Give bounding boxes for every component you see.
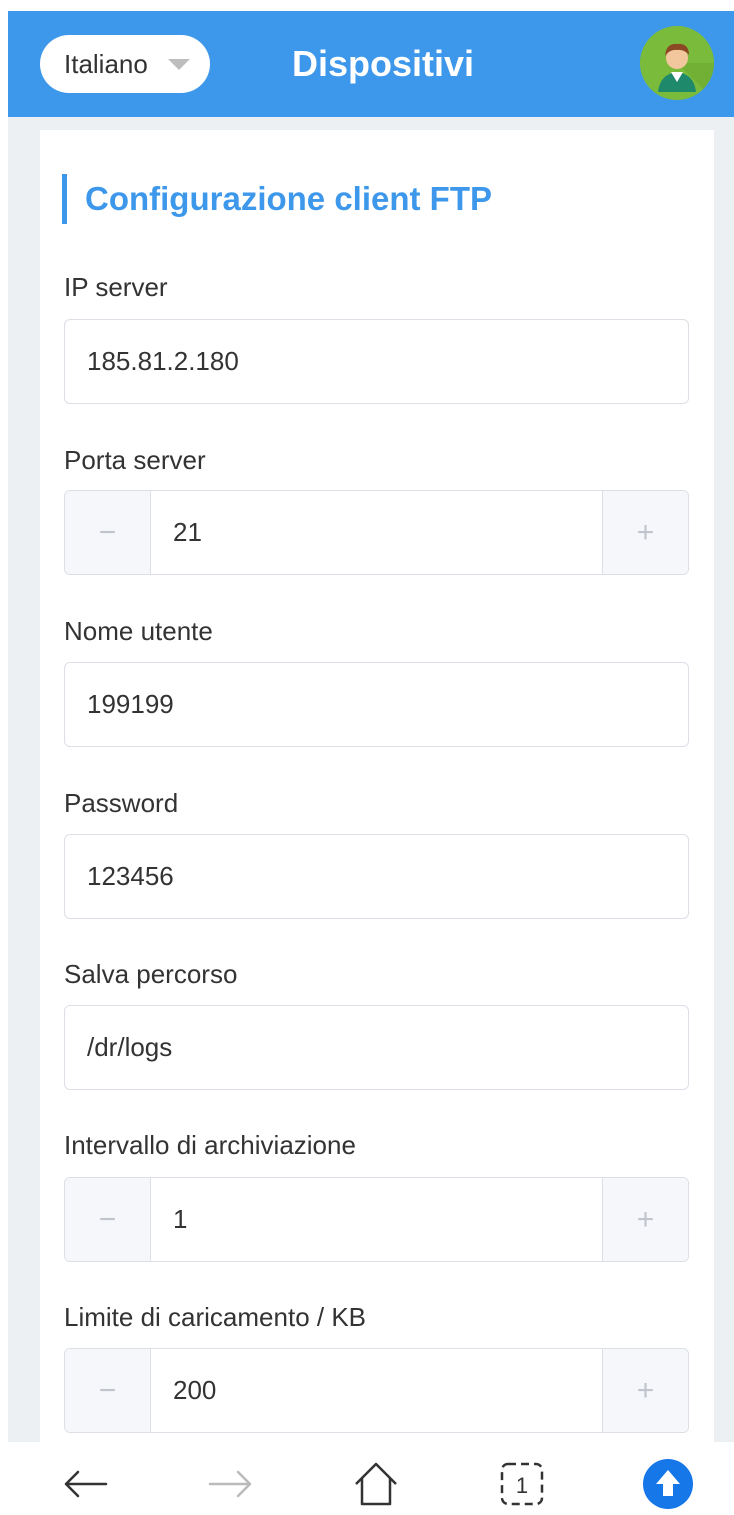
upload-button[interactable]: [640, 1456, 696, 1512]
porta-server-label: Porta server: [64, 445, 206, 475]
decrement-button[interactable]: −: [65, 1349, 151, 1432]
language-select[interactable]: Italiano: [40, 35, 210, 93]
tabs-button[interactable]: 1: [494, 1456, 550, 1512]
status-strip: [0, 0, 734, 11]
avatar[interactable]: [640, 26, 714, 100]
decrement-button[interactable]: −: [65, 491, 151, 574]
ftp-config-card: Configurazione client FTP IP server 185.…: [40, 130, 714, 1450]
porta-server-stepper: − 21 +: [64, 490, 689, 575]
browser-bottom-bar: 1: [0, 1442, 734, 1515]
increment-button[interactable]: +: [602, 1178, 688, 1261]
tabs-icon: 1: [500, 1462, 544, 1506]
tabs-count: 1: [516, 1473, 528, 1498]
limite-stepper: − 200 +: [64, 1348, 689, 1433]
salva-percorso-input[interactable]: /dr/logs: [64, 1005, 689, 1090]
back-button[interactable]: [58, 1456, 114, 1512]
upload-icon: [643, 1459, 693, 1509]
home-icon: [355, 1462, 397, 1506]
increment-button[interactable]: +: [602, 491, 688, 574]
ip-server-input[interactable]: 185.81.2.180: [64, 319, 689, 404]
forward-arrow-icon: [208, 1470, 252, 1498]
user-avatar-icon: [640, 26, 714, 100]
porta-server-input[interactable]: 21: [173, 491, 202, 574]
intervallo-label: Intervallo di archiviazione: [64, 1130, 356, 1160]
back-arrow-icon: [64, 1470, 108, 1498]
app-header: Italiano Dispositivi: [8, 11, 734, 117]
ip-server-label: IP server: [64, 272, 168, 302]
chevron-down-icon: [168, 59, 190, 70]
salva-percorso-label: Salva percorso: [64, 959, 238, 989]
increment-button[interactable]: +: [602, 1349, 688, 1432]
nome-utente-label: Nome utente: [64, 616, 213, 646]
nome-utente-input[interactable]: 199199: [64, 662, 689, 747]
decrement-button[interactable]: −: [65, 1178, 151, 1261]
password-label: Password: [64, 788, 179, 818]
password-input[interactable]: 123456: [64, 834, 689, 919]
language-select-value: Italiano: [64, 48, 148, 79]
limite-input[interactable]: 200: [173, 1349, 216, 1432]
page-title: Dispositivi: [291, 43, 475, 84]
forward-button[interactable]: [202, 1456, 258, 1512]
section-title: Configurazione client FTP: [62, 174, 492, 224]
intervallo-stepper: − 1 +: [64, 1177, 689, 1262]
home-button[interactable]: [348, 1456, 404, 1512]
limite-label: Limite di caricamento / KB: [64, 1302, 367, 1332]
intervallo-input[interactable]: 1: [173, 1178, 187, 1261]
